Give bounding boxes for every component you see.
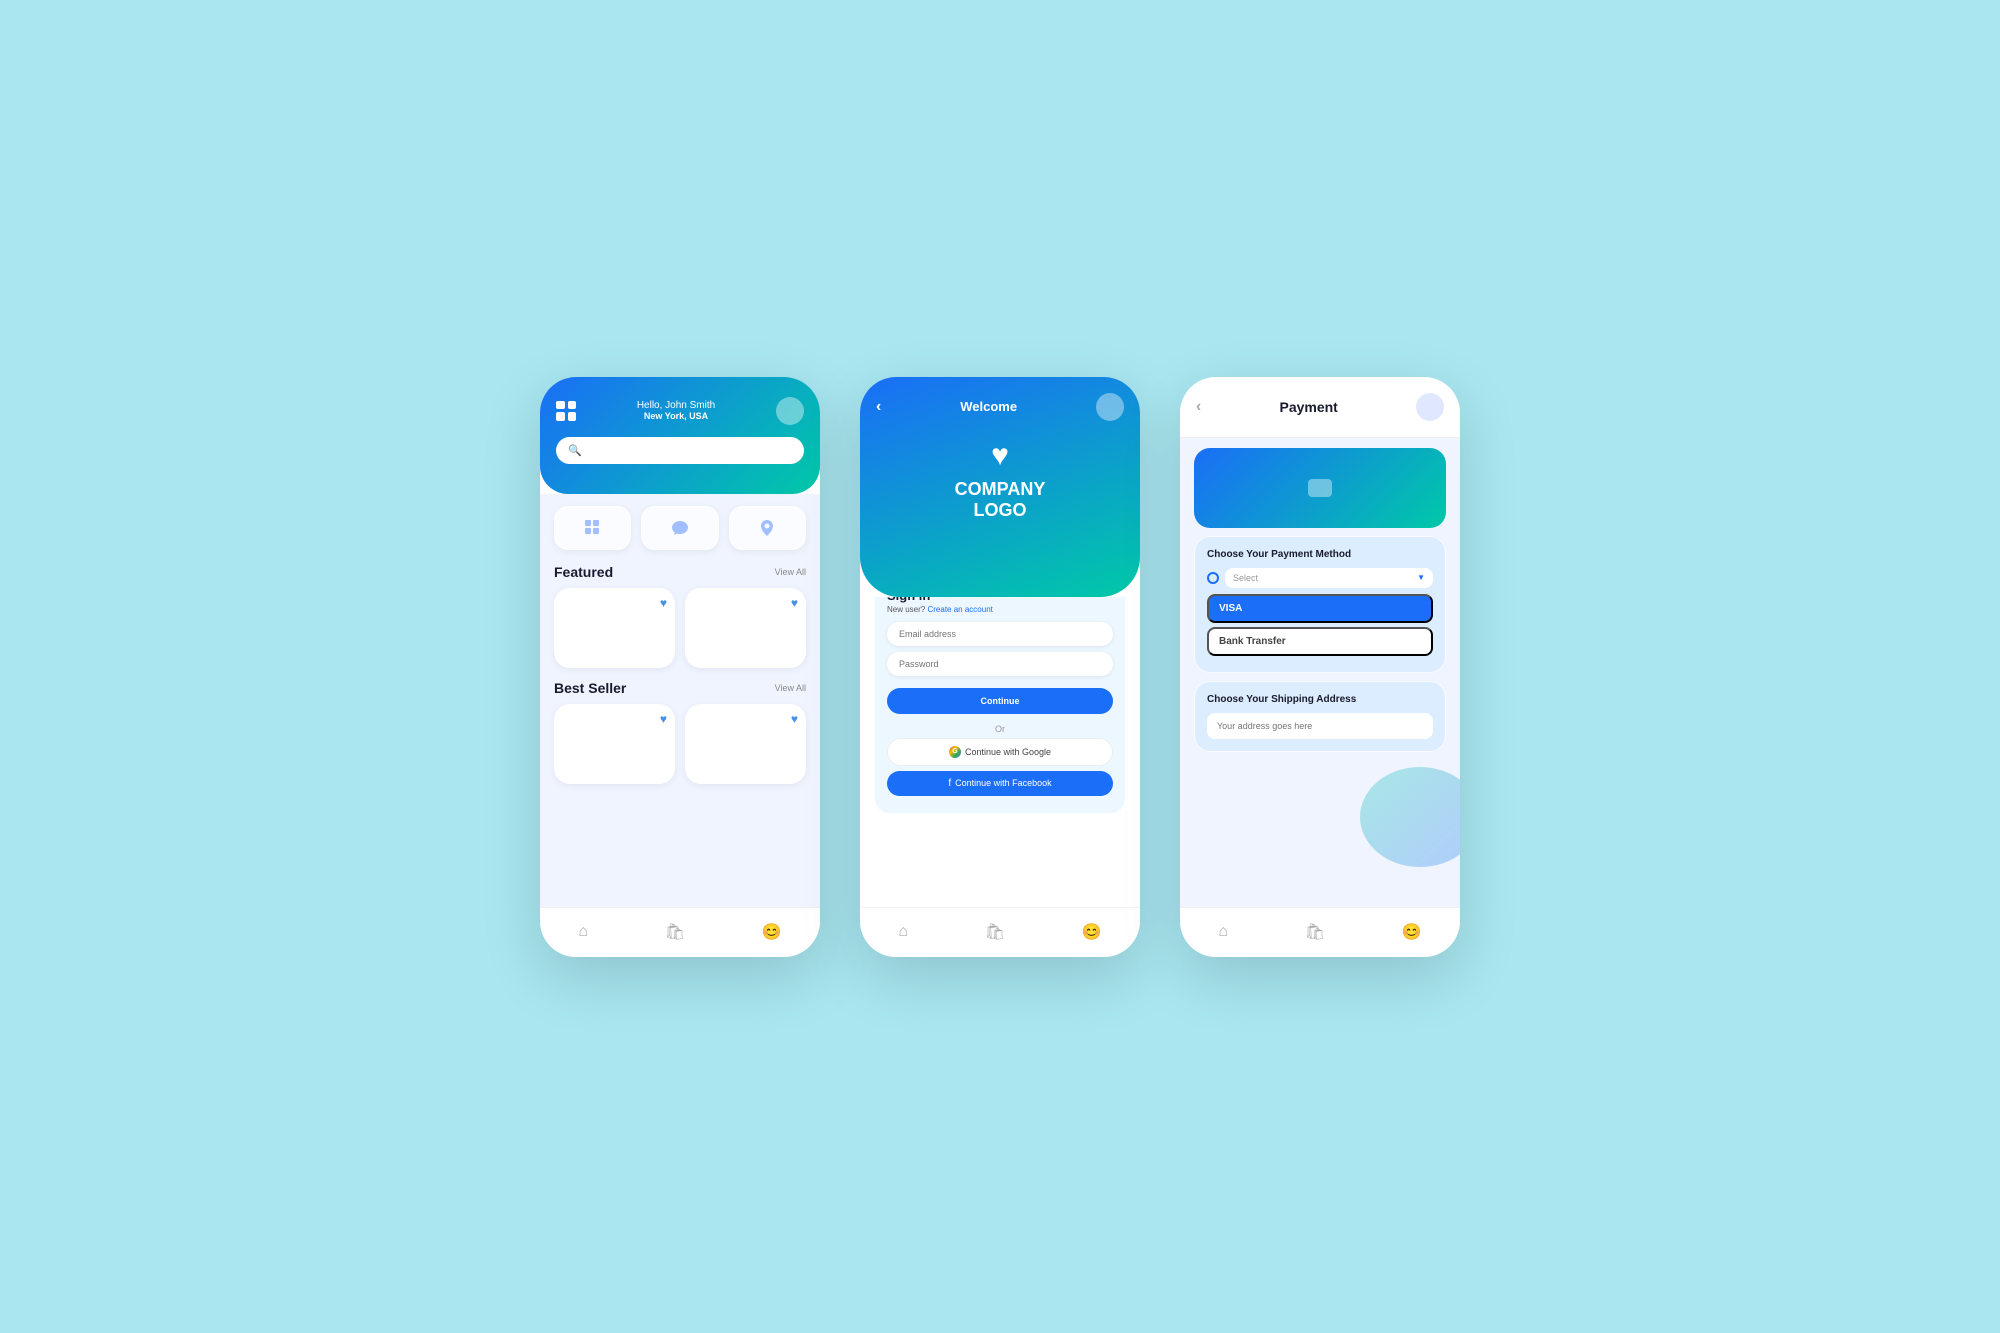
favorite-icon-3[interactable]: ♥ (660, 712, 667, 726)
company-logo-area: ♥ COMPANY LOGO (955, 439, 1046, 522)
payment-method-section: Choose Your Payment Method Select ▼ VISA… (1194, 536, 1446, 673)
screen3-header: ‹ Payment (1180, 377, 1460, 438)
featured-product-row: ♥ ♥ (554, 588, 806, 668)
shipping-section: Choose Your Shipping Address (1194, 681, 1446, 752)
screen3-body: Choose Your Payment Method Select ▼ VISA… (1180, 438, 1460, 907)
continue-button[interactable]: Continue (887, 688, 1113, 714)
email-input[interactable] (887, 622, 1113, 646)
select-placeholder: Select (1233, 573, 1258, 583)
user-nav-icon[interactable]: 😊 (762, 922, 782, 942)
home-nav-icon-2[interactable]: ⌂ (898, 923, 908, 941)
featured-title: Featured (554, 564, 613, 580)
favorite-icon-1[interactable]: ♥ (660, 596, 667, 610)
avatar-3[interactable] (1416, 393, 1444, 421)
select-row: Select ▼ (1207, 568, 1433, 588)
location-text: New York, USA (637, 411, 715, 421)
bag-nav-icon[interactable]: 🛍 (665, 922, 685, 942)
user-nav-icon-2[interactable]: 😊 (1082, 922, 1102, 942)
bestseller-view-all[interactable]: View All (775, 683, 806, 693)
bg-blob (1360, 767, 1460, 867)
grid-action-btn[interactable] (554, 506, 631, 550)
grid-menu-icon[interactable] (556, 401, 576, 421)
bestseller-card-1[interactable]: ♥ (554, 704, 675, 784)
google-btn-label: Continue with Google (965, 747, 1051, 757)
home-nav-icon[interactable]: ⌂ (578, 923, 588, 941)
chat-action-btn[interactable] (641, 506, 718, 550)
payment-title: Payment (1279, 399, 1337, 415)
payment-content: Choose Your Payment Method Select ▼ VISA… (1180, 448, 1460, 752)
visa-option[interactable]: VISA (1207, 594, 1433, 623)
favorite-icon-2[interactable]: ♥ (791, 596, 798, 610)
facebook-btn-label: Continue with Facebook (955, 778, 1052, 788)
welcome-title: Welcome (960, 399, 1017, 414)
bag-nav-icon-2[interactable]: 🛍 (985, 922, 1005, 942)
screen2-nav: ⌂ 🛍 😊 (860, 907, 1140, 957)
screen1-body: Featured View All ♥ ♥ Best Seller View A… (540, 494, 820, 907)
bestseller-product-row: ♥ ♥ (554, 704, 806, 784)
radio-button[interactable] (1207, 572, 1219, 584)
favorite-icon-4[interactable]: ♥ (791, 712, 798, 726)
shipping-title: Choose Your Shipping Address (1207, 694, 1433, 705)
back-button-3[interactable]: ‹ (1196, 398, 1201, 416)
screen1-header: Hello, John Smith New York, USA 🔍 (540, 377, 820, 494)
screen-3-payment: ‹ Payment Choose Your Payment Method Sel… (1180, 377, 1460, 957)
signin-title: Sign in (887, 597, 1113, 603)
location-action-btn[interactable] (729, 506, 806, 550)
heart-logo-icon: ♥ (991, 439, 1009, 473)
password-input[interactable] (887, 652, 1113, 676)
user-nav-icon-3[interactable]: 😊 (1402, 922, 1422, 942)
bag-nav-icon-3[interactable]: 🛍 (1305, 922, 1325, 942)
screen2-topbar: ‹ Welcome (876, 393, 1124, 421)
search-bar[interactable]: 🔍 (556, 437, 804, 464)
create-account-link[interactable]: Create an account (927, 605, 992, 614)
screen-1-home: Hello, John Smith New York, USA 🔍 (540, 377, 820, 957)
screen-2-signin: ‹ Welcome ♥ COMPANY LOGO Sign in New use… (860, 377, 1140, 957)
featured-card-2[interactable]: ♥ (685, 588, 806, 668)
screen1-nav: ⌂ 🛍 😊 (540, 907, 820, 957)
google-signin-button[interactable]: G Continue with Google (887, 738, 1113, 766)
back-button[interactable]: ‹ (876, 398, 881, 416)
avatar-2[interactable] (1096, 393, 1124, 421)
avatar[interactable] (776, 397, 804, 425)
home-nav-icon-3[interactable]: ⌂ (1218, 923, 1228, 941)
quick-actions (554, 506, 806, 550)
card-chip (1308, 479, 1332, 497)
company-logo-text: COMPANY LOGO (955, 479, 1046, 522)
bestseller-title: Best Seller (554, 680, 626, 696)
screen2-header: ‹ Welcome ♥ COMPANY LOGO (860, 377, 1140, 597)
user-info: Hello, John Smith New York, USA (637, 400, 715, 421)
facebook-signin-button[interactable]: f Continue with Facebook (887, 771, 1113, 796)
bank-transfer-option[interactable]: Bank Transfer (1207, 627, 1433, 656)
screen2-body: Sign in New user? Create an account Cont… (860, 597, 1140, 907)
search-icon: 🔍 (568, 444, 582, 457)
featured-card-1[interactable]: ♥ (554, 588, 675, 668)
chevron-down-icon: ▼ (1417, 573, 1425, 582)
signin-form: Sign in New user? Create an account Cont… (874, 597, 1126, 814)
featured-view-all[interactable]: View All (775, 567, 806, 577)
payment-method-title: Choose Your Payment Method (1207, 549, 1433, 560)
screen3-nav: ⌂ 🛍 😊 (1180, 907, 1460, 957)
google-icon: G (949, 746, 961, 758)
facebook-icon: f (948, 778, 951, 789)
bestseller-card-2[interactable]: ♥ (685, 704, 806, 784)
bestseller-section-header: Best Seller View All (554, 680, 806, 696)
payment-select-dropdown[interactable]: Select ▼ (1225, 568, 1433, 588)
or-divider: Or (887, 724, 1113, 734)
screen1-topbar: Hello, John Smith New York, USA (556, 397, 804, 425)
address-input[interactable] (1207, 713, 1433, 739)
payment-card-visual (1194, 448, 1446, 528)
greeting-text: Hello, John Smith (637, 400, 715, 411)
new-user-text: New user? Create an account (887, 605, 1113, 614)
featured-section-header: Featured View All (554, 564, 806, 580)
